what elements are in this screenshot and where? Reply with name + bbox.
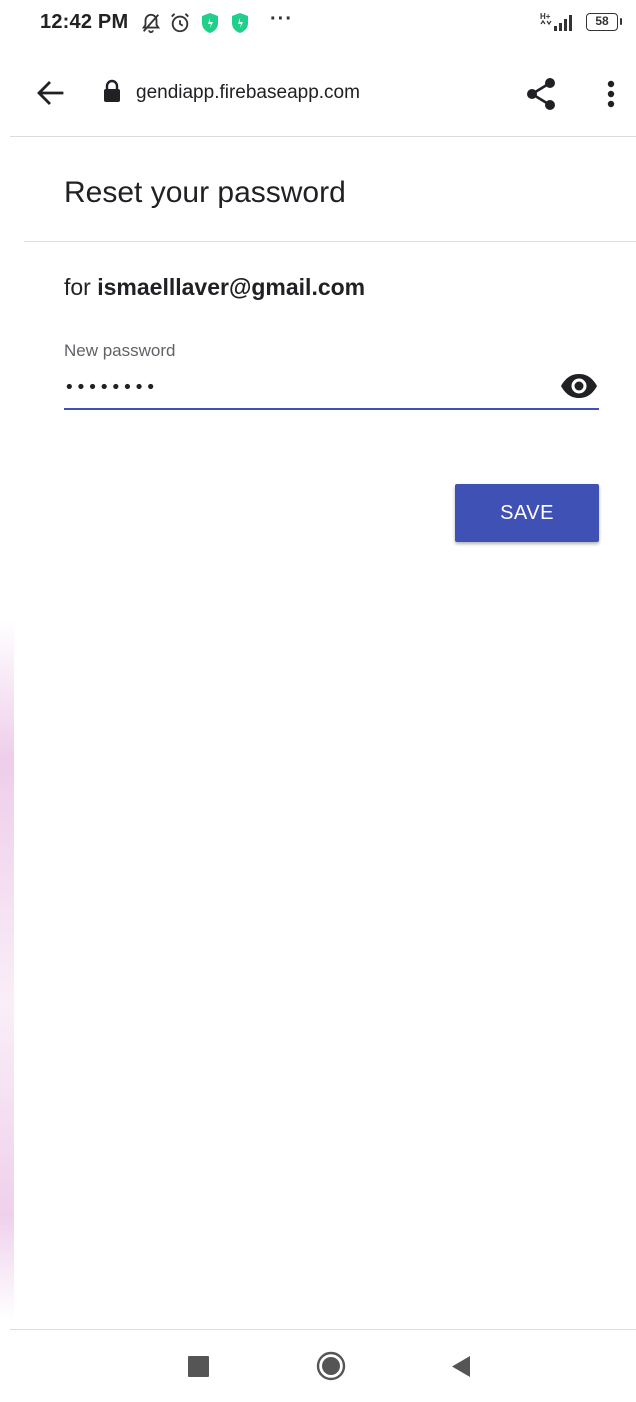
page-title: Reset your password: [64, 176, 346, 209]
shield-app-icon: [200, 12, 220, 39]
recents-square-icon[interactable]: [188, 1356, 209, 1382]
toolbar-divider: [10, 136, 636, 137]
status-bar: 12:42 PM ··· H+ 58: [0, 0, 636, 48]
battery-indicator: 58: [586, 13, 622, 31]
shield-app-icon: [230, 12, 250, 39]
share-icon[interactable]: [524, 77, 558, 116]
password-label: New password: [64, 341, 176, 360]
eye-icon[interactable]: [560, 373, 598, 399]
background-edge: [0, 620, 14, 1320]
arrow-back-icon[interactable]: [34, 78, 66, 113]
back-triangle-icon[interactable]: [451, 1355, 471, 1383]
account-email-line: for ismaelllaver@gmail.com: [64, 274, 365, 301]
new-password-input[interactable]: [64, 368, 544, 406]
password-underline: [64, 408, 599, 410]
notifications-off-icon: [140, 12, 162, 39]
more-notifications-icon: ···: [270, 8, 293, 30]
for-prefix: for: [64, 274, 98, 300]
content-divider: [24, 241, 636, 242]
browser-toolbar: gendiapp.firebaseapp.com: [0, 48, 636, 138]
alarm-icon: [169, 12, 191, 39]
status-time: 12:42 PM: [40, 11, 129, 33]
url-bar[interactable]: gendiapp.firebaseapp.com: [136, 82, 360, 104]
home-circle-icon[interactable]: [316, 1351, 346, 1386]
signal-icon: H+: [538, 11, 576, 38]
account-email: ismaelllaver@gmail.com: [97, 274, 366, 300]
lock-icon: [103, 79, 121, 108]
network-type-label: H+: [540, 12, 551, 21]
more-vert-icon[interactable]: [605, 80, 617, 113]
nav-divider: [10, 1329, 636, 1330]
save-button[interactable]: SAVE: [455, 484, 599, 542]
